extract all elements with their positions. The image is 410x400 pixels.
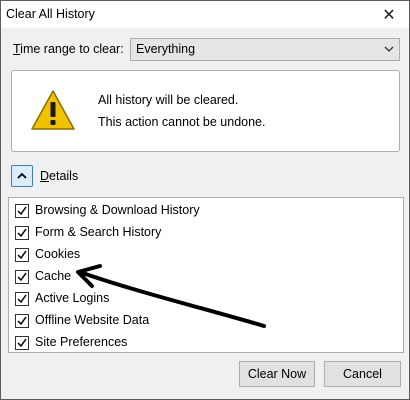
warning-submessage: This action cannot be undone. [98,115,266,129]
list-item[interactable]: Offline Website Data [15,312,375,330]
clear-history-dialog: Clear All History ✕ Time range to clear:… [0,0,410,400]
checkmark-icon [17,250,27,260]
time-range-select[interactable]: Everything [130,38,400,61]
close-button[interactable]: ✕ [369,1,409,28]
details-toggle-button[interactable] [11,165,33,187]
time-range-label: Time range to clear: [13,42,124,56]
item-label: Site Preferences [35,335,128,349]
checkmark-icon [17,294,27,304]
checkmark-icon [17,228,27,238]
warning-message: All history will be cleared. [98,93,239,107]
clear-now-button[interactable]: Clear Now [239,361,315,387]
checkmark-icon [17,338,27,348]
item-label: Cookies [35,247,81,261]
warning-triangle-icon [31,90,75,130]
checkbox[interactable] [15,336,29,350]
item-label: Offline Website Data [35,313,150,327]
list-item[interactable]: Site Preferences [15,334,375,352]
checkbox[interactable] [15,248,29,262]
list-item[interactable]: Cache [15,268,375,286]
item-label: Active Logins [35,291,110,305]
chevron-up-icon [17,172,27,179]
checkbox[interactable] [15,204,29,218]
checkbox[interactable] [15,270,29,284]
list-item[interactable]: Browsing & Download History [15,202,375,220]
checkbox[interactable] [15,314,29,328]
cancel-button[interactable]: Cancel [324,361,401,387]
details-label: Details [40,169,79,183]
dialog-title: Clear All History [6,7,95,21]
list-item[interactable]: Cookies [15,246,375,264]
item-label: Cache [35,269,72,283]
time-range-value: Everything [136,42,196,56]
item-label: Browsing & Download History [35,203,200,217]
list-item[interactable]: Active Logins [15,290,375,308]
list-item[interactable]: Form & Search History [15,224,375,242]
history-items-list: Browsing & Download History Form & Searc… [8,197,404,353]
chevron-down-icon [384,46,394,52]
checkmark-icon [17,272,27,282]
checkmark-icon [17,206,27,216]
title-bar: Clear All History ✕ [1,1,409,28]
checkmark-icon [17,316,27,326]
checkbox[interactable] [15,226,29,240]
checkbox[interactable] [15,292,29,306]
warning-panel: All history will be cleared. This action… [11,70,400,152]
time-range-row: Time range to clear: Everything [13,38,400,61]
details-row: Details [11,165,161,187]
item-label: Form & Search History [35,225,162,239]
